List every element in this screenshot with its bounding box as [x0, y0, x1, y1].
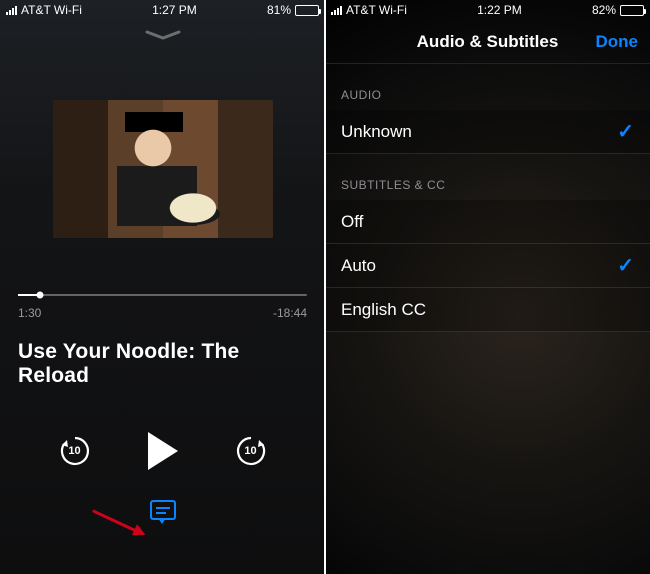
skip-fwd-seconds: 10	[232, 432, 270, 470]
skip-back-button[interactable]: 10	[56, 432, 94, 470]
skip-back-seconds: 10	[56, 432, 94, 470]
battery-percent: 81%	[267, 3, 291, 17]
checkmark-icon: ✓	[617, 253, 634, 278]
video-thumbnail[interactable]	[53, 100, 273, 238]
subtitles-button[interactable]	[150, 500, 176, 520]
nav-bar: Audio & Subtitles Done	[325, 20, 650, 64]
status-bar-left: AT&T Wi-Fi 1:27 PM 81%	[0, 0, 325, 20]
carrier-label: AT&T Wi-Fi	[346, 3, 407, 17]
sheet-handle[interactable]	[0, 20, 325, 46]
done-button[interactable]: Done	[596, 32, 639, 52]
audio-section-header: Audio	[325, 64, 650, 110]
annotation-arrow	[92, 509, 144, 535]
battery-percent: 82%	[592, 3, 616, 17]
audio-option-unknown[interactable]: Unknown ✓	[325, 110, 650, 154]
chevron-down-icon	[145, 30, 181, 40]
screenshot-divider	[324, 0, 326, 574]
carrier-label: AT&T Wi-Fi	[21, 3, 82, 17]
status-bar-right: AT&T Wi-Fi 1:22 PM 82%	[325, 0, 650, 20]
play-button[interactable]	[148, 432, 178, 470]
audio-subtitles-screen: AT&T Wi-Fi 1:22 PM 82% Audio & Subtitles…	[325, 0, 650, 574]
page-title: Audio & Subtitles	[417, 32, 559, 52]
checkmark-icon: ✓	[617, 119, 634, 144]
subtitle-option-auto[interactable]: Auto ✓	[325, 244, 650, 288]
subtitle-option-english-cc[interactable]: English CC	[325, 288, 650, 332]
player-screen: AT&T Wi-Fi 1:27 PM 81% 1:30 -18:44 Use Y…	[0, 0, 325, 574]
option-label: Off	[341, 212, 363, 232]
clock: 1:22 PM	[477, 3, 522, 17]
signal-icon	[6, 5, 17, 15]
option-label: English CC	[341, 300, 426, 320]
video-title: Use Your Noodle: The Reload	[0, 320, 325, 388]
progress-scrubber[interactable]	[18, 294, 307, 296]
elapsed-time: 1:30	[18, 306, 41, 320]
skip-forward-button[interactable]: 10	[232, 432, 270, 470]
option-label: Auto	[341, 256, 376, 276]
scrubber-knob[interactable]	[36, 292, 43, 299]
battery-icon	[620, 5, 644, 16]
option-label: Unknown	[341, 122, 412, 142]
subtitles-section-header: Subtitles & CC	[325, 154, 650, 200]
remaining-time: -18:44	[273, 306, 307, 320]
signal-icon	[331, 5, 342, 15]
subtitle-option-off[interactable]: Off	[325, 200, 650, 244]
battery-icon	[295, 5, 319, 16]
clock: 1:27 PM	[152, 3, 197, 17]
